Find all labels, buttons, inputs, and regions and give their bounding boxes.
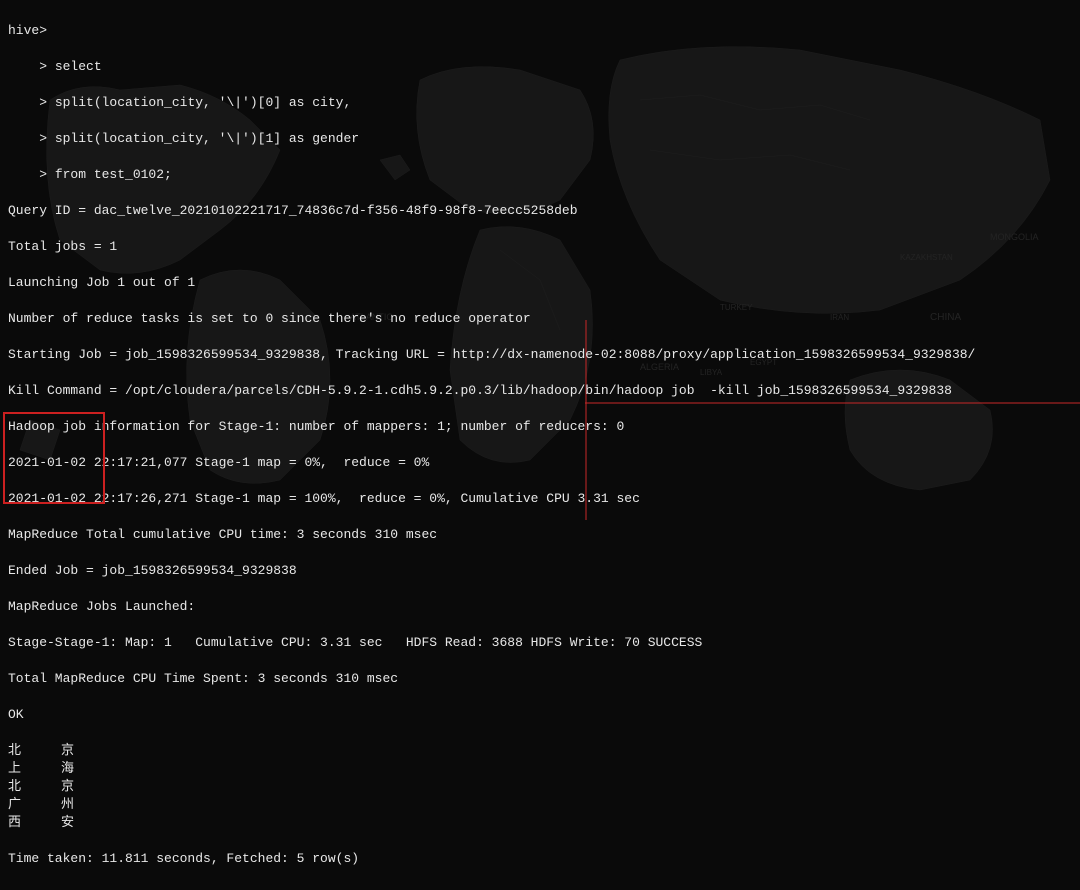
- result-cell-city: 上: [8, 760, 61, 778]
- query-line-3: > split(location_city, '\|')[1] as gende…: [8, 130, 1072, 148]
- log-total-jobs: Total jobs = 1: [8, 238, 1072, 256]
- table-row: 上海: [8, 760, 114, 778]
- log-kill-command: Kill Command = /opt/cloudera/parcels/CDH…: [8, 382, 1072, 400]
- result-cell-city: 北: [8, 742, 61, 760]
- result-cell-city: 西: [8, 814, 61, 832]
- table-row: 广州: [8, 796, 114, 814]
- result-cell-city: 广: [8, 796, 61, 814]
- log-reduce-tasks: Number of reduce tasks is set to 0 since…: [8, 310, 1072, 328]
- table-row: 西安: [8, 814, 114, 832]
- log-jobs-launched: MapReduce Jobs Launched:: [8, 598, 1072, 616]
- result-cell-gender: 安: [61, 814, 114, 832]
- log-stage-stage: Stage-Stage-1: Map: 1 Cumulative CPU: 3.…: [8, 634, 1072, 652]
- result-cell-gender: 京: [61, 778, 114, 796]
- result-cell-gender: 海: [61, 760, 114, 778]
- terminal-output[interactable]: hive> > select > split(location_city, '\…: [0, 0, 1080, 890]
- log-starting-job: Starting Job = job_1598326599534_9329838…: [8, 346, 1072, 364]
- query-line-2: > split(location_city, '\|')[0] as city,: [8, 94, 1072, 112]
- result-table: 北京 上海 北京 广州 西安: [8, 742, 114, 832]
- log-mr-cpu: MapReduce Total cumulative CPU time: 3 s…: [8, 526, 1072, 544]
- query-line-1: > select: [8, 58, 1072, 76]
- log-ended-job: Ended Job = job_1598326599534_9329838: [8, 562, 1072, 580]
- result-cell-gender: 京: [61, 742, 114, 760]
- prompt-line: hive>: [8, 22, 1072, 40]
- log-total-spent: Total MapReduce CPU Time Spent: 3 second…: [8, 670, 1072, 688]
- time-taken-footer: Time taken: 11.811 seconds, Fetched: 5 r…: [8, 850, 1072, 868]
- log-ok: OK: [8, 706, 1072, 724]
- log-stage-progress-1: 2021-01-02 22:17:21,077 Stage-1 map = 0%…: [8, 454, 1072, 472]
- log-stage-progress-2: 2021-01-02 22:17:26,271 Stage-1 map = 10…: [8, 490, 1072, 508]
- result-cell-gender: 州: [61, 796, 114, 814]
- hive-prompt: hive>: [8, 23, 47, 38]
- log-hadoop-info: Hadoop job information for Stage-1: numb…: [8, 418, 1072, 436]
- query-line-4: > from test_0102;: [8, 166, 1072, 184]
- log-launching: Launching Job 1 out of 1: [8, 274, 1072, 292]
- result-cell-city: 北: [8, 778, 61, 796]
- table-row: 北京: [8, 742, 114, 760]
- table-row: 北京: [8, 778, 114, 796]
- log-query-id: Query ID = dac_twelve_20210102221717_748…: [8, 202, 1072, 220]
